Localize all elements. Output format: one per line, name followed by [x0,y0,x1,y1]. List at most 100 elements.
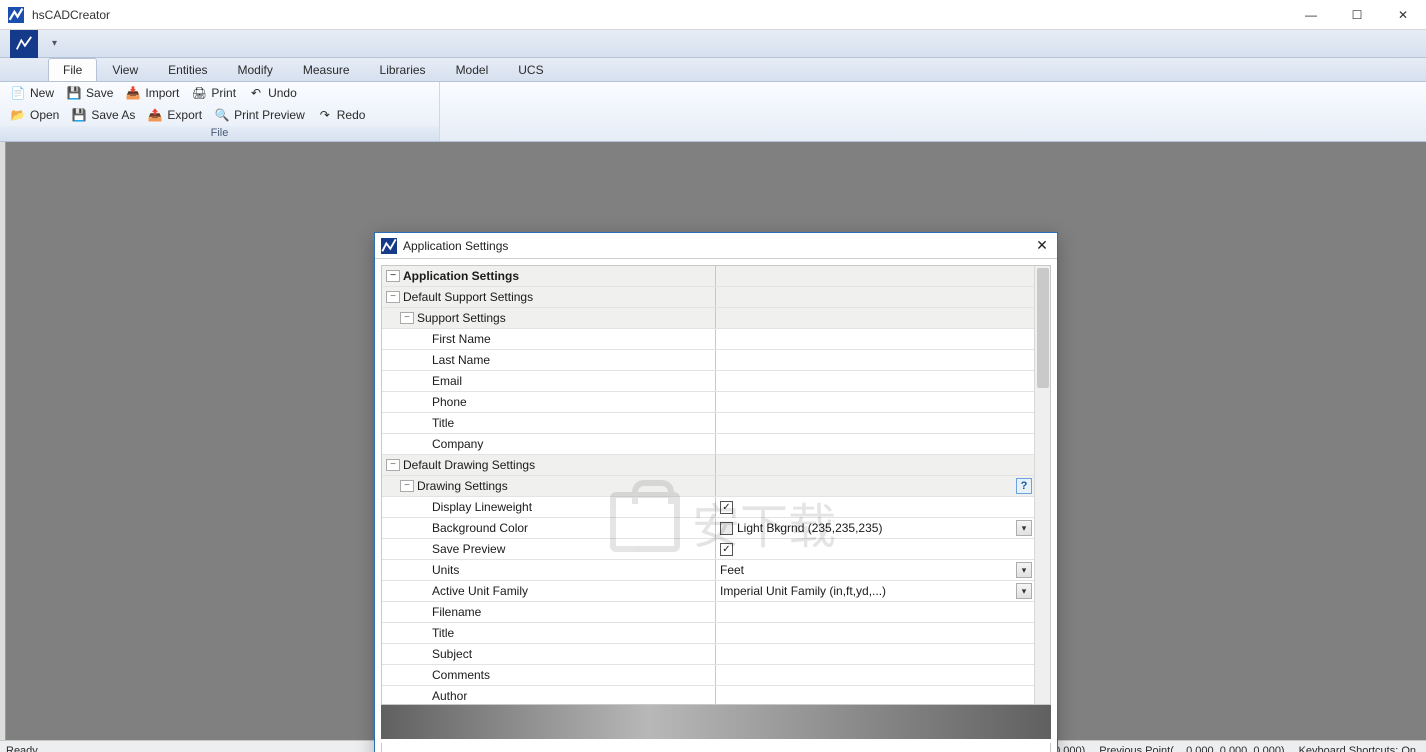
property-value[interactable]: ✓ [716,497,1034,517]
import-button[interactable]: 📥Import [119,83,185,103]
property-label: Background Color [432,521,528,535]
property-row-subject[interactable]: Subject [382,644,1034,665]
print-icon: 🖨 [191,85,207,101]
property-value[interactable] [716,644,1034,664]
dialog-close-button[interactable]: ✕ [1027,237,1057,254]
property-row-active-unit-family[interactable]: Active Unit FamilyImperial Unit Family (… [382,581,1034,602]
expand-toggle-icon[interactable]: − [400,480,414,492]
vertical-scrollbar[interactable] [1034,266,1050,704]
expand-toggle-icon[interactable]: − [386,291,400,303]
checkbox[interactable]: ✓ [720,543,733,556]
property-row-drawing-settings[interactable]: −Drawing Settings? [382,476,1034,497]
property-row-application-settings[interactable]: −Application Settings [382,266,1034,287]
property-value[interactable] [716,413,1034,433]
property-row-default-support-settings[interactable]: −Default Support Settings [382,287,1034,308]
property-row-first-name[interactable]: First Name [382,329,1034,350]
property-value[interactable] [716,623,1034,643]
property-value[interactable] [716,434,1034,454]
open-icon: 📂 [10,107,26,123]
property-row-filename[interactable]: Filename [382,602,1034,623]
property-value[interactable] [716,392,1034,412]
checkbox[interactable]: ✓ [720,501,733,514]
property-value[interactable] [716,350,1034,370]
menu-tab-entities[interactable]: Entities [153,58,222,81]
dialog-title: Application Settings [403,239,508,253]
property-label: First Name [432,332,491,346]
print-preview-button[interactable]: 🔍Print Preview [208,105,311,125]
save-as-button[interactable]: 💾Save As [65,105,141,125]
property-label: Support Settings [417,311,506,325]
property-value[interactable] [716,308,1034,328]
property-label: Filename [432,605,481,619]
dropdown-arrow-icon[interactable]: ▾ [1016,520,1032,536]
property-value[interactable] [716,602,1034,622]
property-value[interactable]: Imperial Unit Family (in,ft,yd,...)▾ [716,581,1034,601]
ribbon-button-label: Undo [268,86,297,100]
expand-toggle-icon[interactable]: − [400,312,414,324]
menu-tab-ucs[interactable]: UCS [503,58,558,81]
menu-tab-view[interactable]: View [97,58,153,81]
window-maximize-button[interactable]: ☐ [1334,0,1380,30]
undo-button[interactable]: ↶Undo [242,83,303,103]
window-titlebar: hsCADCreator — ☐ ✕ [0,0,1426,30]
save-icon: 💾 [66,85,82,101]
property-value[interactable]: ✓ [716,539,1034,559]
window-minimize-button[interactable]: — [1288,0,1334,30]
property-row-title[interactable]: Title [382,623,1034,644]
property-value[interactable]: Feet▾ [716,560,1034,580]
export-button[interactable]: 📤Export [141,105,208,125]
property-label: Email [432,374,462,388]
save-button[interactable]: 💾Save [60,83,119,103]
expand-toggle-icon[interactable]: − [386,270,400,282]
drawing-workspace[interactable]: 安下载 Application Settings ✕ −Application … [0,142,1426,740]
print-button[interactable]: 🖨Print [185,83,242,103]
expand-toggle-icon[interactable]: − [386,459,400,471]
menu-tab-measure[interactable]: Measure [288,58,365,81]
property-label: Phone [432,395,467,409]
property-row-background-color[interactable]: Background Color Light Bkgrnd (235,235,23… [382,518,1034,539]
dropdown-arrow-icon[interactable]: ▾ [1016,562,1032,578]
property-row-phone[interactable]: Phone [382,392,1034,413]
property-row-last-name[interactable]: Last Name [382,350,1034,371]
property-row-title[interactable]: Title [382,413,1034,434]
property-row-display-lineweight[interactable]: Display Lineweight ✓ [382,497,1034,518]
menu-tab-modify[interactable]: Modify [223,58,288,81]
property-row-author[interactable]: Author [382,686,1034,704]
property-row-units[interactable]: UnitsFeet▾ [382,560,1034,581]
property-row-company[interactable]: Company [382,434,1034,455]
menu-tab-file[interactable]: File [48,58,97,81]
property-row-save-preview[interactable]: Save Preview✓ [382,539,1034,560]
dialog-titlebar[interactable]: Application Settings ✕ [375,233,1057,259]
property-value[interactable]: Light Bkgrnd (235,235,235)▾ [716,518,1034,538]
property-row-email[interactable]: Email [382,371,1034,392]
property-value[interactable] [716,371,1034,391]
app-logo-icon[interactable] [10,30,38,58]
scrollbar-thumb[interactable] [1037,268,1049,388]
status-ready: Ready [0,745,38,752]
property-value[interactable] [716,665,1034,685]
property-row-default-drawing-settings[interactable]: −Default Drawing Settings [382,455,1034,476]
property-grid: −Application Settings−Default Support Se… [381,265,1051,705]
help-icon[interactable]: ? [1016,478,1032,494]
property-value[interactable] [716,329,1034,349]
window-close-button[interactable]: ✕ [1380,0,1426,30]
new-button[interactable]: 📄New [4,83,60,103]
menu-tab-model[interactable]: Model [441,58,504,81]
menu-tab-libraries[interactable]: Libraries [365,58,441,81]
property-value[interactable] [716,686,1034,704]
property-value[interactable] [716,287,1034,307]
property-row-support-settings[interactable]: −Support Settings [382,308,1034,329]
property-label: Display Lineweight [432,500,532,514]
status-keyboard-shortcuts[interactable]: Keyboard Shortcuts: On [1299,745,1416,752]
property-value[interactable] [716,266,1034,286]
property-value[interactable]: ? [716,476,1034,496]
property-row-comments[interactable]: Comments [382,665,1034,686]
application-settings-dialog: Application Settings ✕ −Application Sett… [374,232,1058,752]
property-value[interactable] [716,455,1034,475]
dropdown-arrow-icon[interactable]: ▾ [1016,583,1032,599]
import-icon: 📥 [125,85,141,101]
redo-button[interactable]: ↷Redo [311,105,372,125]
open-button[interactable]: 📂Open [4,105,65,125]
color-swatch-icon[interactable] [720,522,733,535]
qat-dropdown-icon[interactable]: ▾ [52,38,57,49]
